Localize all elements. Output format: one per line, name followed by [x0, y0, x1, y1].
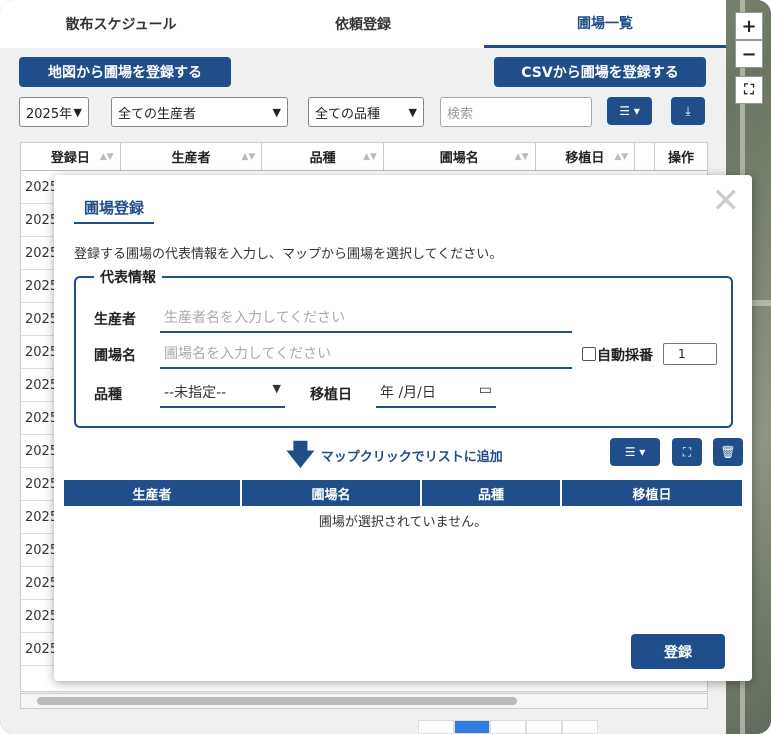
variety-label: 品種	[94, 387, 122, 403]
chevron-down-icon: ▼	[73, 105, 82, 119]
column-header: 操作	[668, 151, 695, 166]
close-icon[interactable]: ✕	[712, 181, 741, 221]
column-header[interactable]: 登録日 ▲▼	[21, 143, 121, 170]
variety-select-value: --未指定--	[164, 385, 227, 401]
register-from-map-button[interactable]: 地図から圃場を登録する	[19, 57, 231, 87]
column-header[interactable]: 圃場名 ▲▼	[384, 143, 536, 170]
selected-fields-header: 生産者 圃場名 品種 移植日	[64, 480, 742, 506]
column-header: 生産者	[64, 480, 242, 506]
calendar-icon[interactable]: ▭	[479, 382, 492, 406]
variety-select[interactable]: --未指定-- ▼	[160, 382, 285, 408]
fieldset-legend: 代表情報	[94, 267, 162, 287]
field-name-label: 圃場名	[94, 348, 136, 364]
transplant-date-label: 移植日	[310, 387, 352, 403]
map-click-hint: 🡇 マップクリックでリストに追加	[286, 441, 503, 469]
column-header[interactable]: 生産者 ▲▼	[121, 143, 263, 170]
auto-number-label: 自動採番	[597, 348, 653, 364]
tab-request-registration[interactable]: 依頼登録	[242, 0, 484, 48]
tab-spray-schedule[interactable]: 散布スケジュール	[0, 0, 242, 48]
list-options-dropdown-button[interactable]: ☰ ▾	[610, 438, 660, 466]
field-registration-modal: 圃場登録 ✕ 登録する圃場の代表情報を入力し、マップから圃場を選択してください。…	[54, 175, 752, 681]
register-button[interactable]: 登録	[631, 634, 725, 669]
tab-field-list[interactable]: 圃場一覧	[484, 0, 726, 48]
page-button[interactable]	[526, 720, 562, 734]
column-header[interactable]: 品種 ▲▼	[262, 143, 384, 170]
page-button[interactable]	[418, 720, 454, 734]
tab-bar: 散布スケジュール 依頼登録 圃場一覧	[0, 0, 726, 48]
column-header[interactable]: 移植日 ▲▼	[536, 143, 636, 170]
variety-select-value: 全ての品種	[315, 106, 381, 122]
fullscreen-icon[interactable]: ⛶	[735, 76, 763, 104]
page-button[interactable]	[490, 720, 526, 734]
producer-select[interactable]: 全ての生産者 ▼	[111, 97, 288, 127]
download-icon[interactable]: ⤓	[671, 97, 705, 125]
auto-number-checkbox[interactable]	[582, 347, 596, 361]
representative-info-fieldset: 代表情報 生産者 生産者名を入力してください 圃場名 圃場名を入力してください …	[74, 267, 733, 428]
map-click-hint-text: マップクリックでリストに追加	[320, 449, 503, 465]
modal-description: 登録する圃場の代表情報を入力し、マップから圃場を選択してください。	[74, 247, 503, 262]
scrollbar-thumb[interactable]	[37, 697, 517, 705]
variety-select[interactable]: 全ての品種 ▼	[308, 97, 424, 127]
column-header	[635, 143, 656, 170]
column-header: 圃場名	[242, 480, 422, 506]
register-from-csv-button[interactable]: CSVから圃場を登録する	[494, 57, 706, 87]
transplant-date-input[interactable]: 年 /月/日 ▭	[376, 382, 496, 408]
table-header: 登録日 ▲▼ 生産者 ▲▼ 品種 ▲▼ 圃場名 ▲▼ 移植日 ▲▼ 操作	[21, 143, 707, 171]
year-select-value: 2025年	[26, 106, 73, 122]
trash-icon[interactable]: 🗑	[713, 438, 743, 466]
pagination	[418, 720, 598, 734]
producer-select-value: 全ての生産者	[118, 106, 197, 122]
year-select[interactable]: 2025年 ▼	[19, 97, 89, 127]
arrow-down-icon: 🡇	[286, 438, 315, 471]
page-button-current[interactable]	[454, 720, 490, 734]
modal-title: 圃場登録	[74, 197, 155, 224]
auto-number-input[interactable]: 1	[663, 343, 717, 365]
transplant-date-value: 年 /月/日	[380, 385, 436, 401]
empty-message: 圃場が選択されていません。	[318, 515, 488, 530]
producer-input[interactable]: 生産者名を入力してください	[160, 307, 572, 333]
chevron-down-icon: ▼	[272, 105, 281, 119]
field-name-input[interactable]: 圃場名を入力してください	[160, 343, 572, 369]
app-frame: + − ⛶ 散布スケジュール 依頼登録 圃場一覧 地図から圃場を登録する CSV…	[0, 0, 771, 734]
horizontal-scrollbar[interactable]	[20, 693, 708, 709]
zoom-in-button[interactable]: +	[735, 12, 763, 40]
chevron-down-icon: ▼	[272, 382, 281, 395]
column-header: 品種	[422, 480, 562, 506]
page-button[interactable]	[562, 720, 598, 734]
column-list-dropdown-button[interactable]: ☰ ▾	[607, 97, 652, 125]
search-input[interactable]: 検索	[440, 97, 592, 127]
producer-label: 生産者	[94, 312, 136, 328]
zoom-out-button[interactable]: −	[735, 40, 763, 68]
select-area-icon[interactable]: ⛶	[672, 438, 702, 466]
column-header: 移植日	[562, 480, 742, 506]
chevron-down-icon: ▼	[408, 105, 417, 119]
